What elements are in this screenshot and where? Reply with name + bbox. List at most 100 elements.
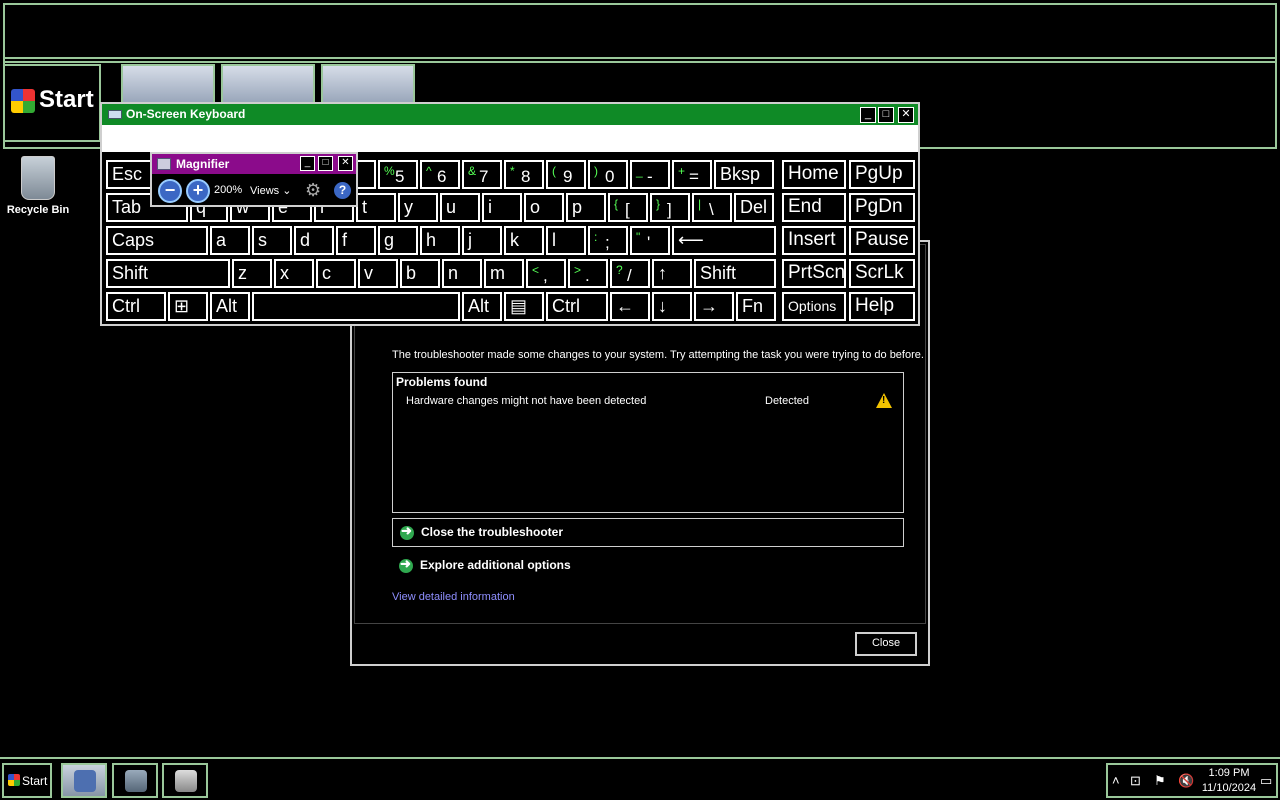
key-left-bracket[interactable]: {[	[608, 193, 648, 222]
key-x[interactable]: x	[274, 259, 314, 288]
key-fn[interactable]: Fn	[736, 292, 776, 321]
key-pgup[interactable]: PgUp	[849, 160, 915, 189]
key-semicolon[interactable]: :;	[588, 226, 628, 255]
key-pgdn[interactable]: PgDn	[849, 193, 915, 222]
key-d[interactable]: d	[294, 226, 334, 255]
key-menu[interactable]: ▤	[504, 292, 544, 321]
key-esc[interactable]: Esc	[106, 160, 152, 189]
key-t[interactable]: t	[356, 193, 396, 222]
gear-icon[interactable]: ⚙	[305, 180, 321, 201]
key-backslash-shift: |	[698, 197, 702, 211]
close-button[interactable]: Close	[855, 632, 917, 656]
key-backslash[interactable]: | \	[692, 193, 732, 222]
magnifier-minimize-button[interactable]: _	[300, 156, 315, 171]
key-j[interactable]: j	[462, 226, 502, 255]
show-hidden-icons-icon[interactable]: ˄	[1112, 773, 1120, 788]
key-up[interactable]: ↑	[652, 259, 692, 288]
key-p[interactable]: p	[566, 193, 606, 222]
key-8[interactable]: * 8	[504, 160, 544, 189]
key-c[interactable]: c	[316, 259, 356, 288]
volume-muted-icon[interactable]: 🔇	[1178, 773, 1194, 789]
key-help[interactable]: Help	[849, 292, 915, 321]
key-alt-left[interactable]: Alt	[210, 292, 250, 321]
key-shift-right[interactable]: Shift	[694, 259, 776, 288]
close-icon[interactable]: ✕	[898, 107, 914, 123]
zoom-out-button[interactable]: −	[158, 179, 182, 203]
clock-date: 11/10/2024	[1201, 782, 1257, 794]
key-7[interactable]: & 7	[462, 160, 502, 189]
minimize-button[interactable]: _	[860, 107, 876, 123]
explore-options-link[interactable]: Explore additional options	[392, 552, 904, 581]
key-b[interactable]: b	[400, 259, 440, 288]
key-5[interactable]: % 5	[378, 160, 418, 189]
troubleshooter-message: The troubleshooter made some changes to …	[392, 349, 924, 361]
zoom-in-button[interactable]: +	[186, 179, 210, 203]
key-6[interactable]: ^ 6	[420, 160, 460, 189]
key-n[interactable]: n	[442, 259, 482, 288]
key-g[interactable]: g	[378, 226, 418, 255]
key-m[interactable]: m	[484, 259, 524, 288]
key-minus[interactable]: _ -	[630, 160, 670, 189]
key-u[interactable]: u	[440, 193, 480, 222]
green-arrow-icon	[399, 556, 413, 573]
key-space[interactable]	[252, 292, 460, 321]
view-detailed-information-link[interactable]: View detailed information	[392, 591, 515, 603]
key-y[interactable]: y	[398, 193, 438, 222]
key-right-bracket[interactable]: }]	[650, 193, 690, 222]
key-scrlk[interactable]: ScrLk	[849, 259, 915, 288]
key-caps[interactable]: Caps	[106, 226, 208, 255]
key-v[interactable]: v	[358, 259, 398, 288]
key-h[interactable]: h	[420, 226, 460, 255]
key-options[interactable]: Options	[782, 292, 846, 321]
key-right[interactable]: →	[694, 292, 734, 321]
problem-name[interactable]: Hardware changes might not have been det…	[406, 395, 646, 407]
network-icon[interactable]: ⊡	[1130, 773, 1141, 789]
key-insert[interactable]: Insert	[782, 226, 846, 255]
key-down[interactable]: ↓	[652, 292, 692, 321]
osk-title-bar[interactable]: On-Screen Keyboard	[102, 104, 918, 125]
key-home[interactable]: Home	[782, 160, 846, 189]
key-quote[interactable]: " '	[630, 226, 670, 255]
key-alt-right[interactable]: Alt	[462, 292, 502, 321]
key-prtscn[interactable]: PrtScn	[782, 259, 846, 288]
key-pause[interactable]: Pause	[849, 226, 915, 255]
key-enter[interactable]: ⟵	[672, 226, 776, 255]
key-a[interactable]: a	[210, 226, 250, 255]
key-9[interactable]: (9	[546, 160, 586, 189]
views-dropdown[interactable]: Views ⌄	[250, 184, 291, 197]
maximize-button[interactable]: □	[878, 107, 894, 123]
clock[interactable]: 1:09 PM 11/10/2024	[1196, 766, 1262, 796]
recycle-bin[interactable]: Recycle Bin	[6, 156, 70, 216]
key-s[interactable]: s	[252, 226, 292, 255]
start-button[interactable]: Start	[2, 763, 52, 798]
key-comma[interactable]: <,	[526, 259, 566, 288]
taskbar-keyboard-button[interactable]	[112, 763, 158, 798]
key-0[interactable]: ) 0	[588, 160, 628, 189]
help-icon[interactable]: ?	[334, 182, 351, 199]
key-k[interactable]: k	[504, 226, 544, 255]
key-i[interactable]: i	[482, 193, 522, 222]
taskbar-magnifier-button[interactable]	[61, 763, 107, 798]
magnifier-maximize-button[interactable]: □	[318, 156, 333, 171]
key-windows[interactable]: ⊞	[168, 292, 208, 321]
key-period[interactable]: >.	[568, 259, 608, 288]
key-shift-left[interactable]: Shift	[106, 259, 230, 288]
flag-icon[interactable]: ⚑	[1154, 773, 1166, 789]
key-del[interactable]: Del	[734, 193, 774, 222]
magnifier-close-icon[interactable]: ✕	[338, 156, 353, 171]
key-slash[interactable]: ? /	[610, 259, 650, 288]
taskbar-troubleshooter-button[interactable]	[162, 763, 208, 798]
close-troubleshooter-link[interactable]: Close the troubleshooter	[392, 518, 904, 547]
key-end[interactable]: End	[782, 193, 846, 222]
key-9-label: 9	[563, 167, 573, 186]
key-f[interactable]: f	[336, 226, 376, 255]
key-z[interactable]: z	[232, 259, 272, 288]
key-left[interactable]: ←	[610, 292, 650, 321]
troubleshooter-icon	[175, 770, 197, 792]
key-ctrl-right[interactable]: Ctrl	[546, 292, 608, 321]
key-ctrl-left[interactable]: Ctrl	[106, 292, 166, 321]
key-backspace[interactable]: Bksp	[714, 160, 774, 189]
key-equals[interactable]: + =	[672, 160, 712, 189]
key-l[interactable]: l	[546, 226, 586, 255]
key-o[interactable]: o	[524, 193, 564, 222]
